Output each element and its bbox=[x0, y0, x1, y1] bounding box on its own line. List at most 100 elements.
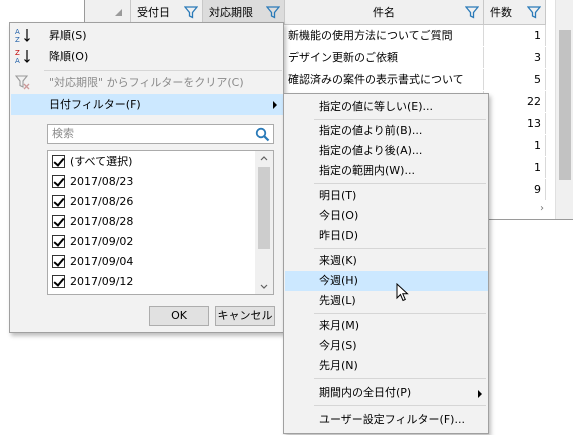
search-input[interactable]: 検索 bbox=[47, 124, 274, 144]
search-icon[interactable] bbox=[255, 127, 270, 142]
submenu-item-label: 指定の範囲内(W)... bbox=[319, 164, 415, 177]
subject-cell: 新機能の使用方法についてご質問 bbox=[285, 25, 484, 46]
count-cell: 5 bbox=[484, 69, 546, 90]
submenu-item-label: 来月(M) bbox=[319, 319, 360, 332]
submenu-item-this-month[interactable]: 今月(S) bbox=[285, 336, 488, 356]
column-header-subject[interactable]: 件名 bbox=[285, 0, 484, 25]
mouse-cursor-icon bbox=[396, 283, 409, 302]
column-header-label: 件名 bbox=[373, 6, 395, 19]
value-checkbox-list: (すべて選択) 2017/08/23 2017/08/26 2017/08/28… bbox=[47, 150, 274, 295]
svg-text:A: A bbox=[15, 57, 20, 65]
submenu-item-next-week[interactable]: 来週(K) bbox=[285, 251, 488, 271]
checkbox-label: 2017/08/28 bbox=[70, 215, 134, 228]
submenu-item-custom-filter[interactable]: ユーザー設定フィルター(F)... bbox=[285, 410, 488, 430]
submenu-item-yesterday[interactable]: 昨日(D) bbox=[285, 226, 488, 246]
checkbox-item[interactable]: 2017/09/02 bbox=[52, 232, 133, 252]
checkbox[interactable] bbox=[52, 255, 65, 268]
column-header-count[interactable]: 件数 bbox=[484, 0, 546, 25]
scrollbar-thumb[interactable] bbox=[559, 30, 571, 180]
submenu-item-label: 指定の値に等しい(E)... bbox=[319, 100, 434, 113]
sort-descending-label: 降順(O) bbox=[49, 50, 89, 63]
divider bbox=[314, 405, 486, 406]
submenu-item-last-month[interactable]: 先月(N) bbox=[285, 356, 488, 376]
subject-cell: デザイン更新のご依頼 bbox=[285, 47, 484, 68]
submenu-item-label: 期間内の全日付(P) bbox=[319, 386, 412, 399]
svg-text:A: A bbox=[15, 28, 20, 36]
checkbox[interactable] bbox=[52, 235, 65, 248]
cancel-button[interactable]: キャンセル bbox=[215, 306, 275, 326]
divider bbox=[314, 119, 486, 120]
date-filter-submenu: 指定の値に等しい(E)... 指定の値より前(B)... 指定の値より後(A).… bbox=[283, 93, 489, 434]
checkbox[interactable] bbox=[52, 195, 65, 208]
submenu-item-label: ユーザー設定フィルター(F)... bbox=[319, 413, 465, 426]
checkbox[interactable] bbox=[52, 215, 65, 228]
checkbox-label: 2017/09/04 bbox=[70, 255, 134, 268]
submenu-item-before[interactable]: 指定の値より前(B)... bbox=[285, 121, 488, 141]
checkbox[interactable] bbox=[52, 155, 65, 168]
submenu-item-label: 明日(T) bbox=[319, 189, 357, 202]
filter-dropdown: A Z 昇順(S) Z A 降順(O) "対応期限" からフィルターをクリア(C… bbox=[9, 22, 284, 333]
clear-filter-item[interactable]: "対応期限" からフィルターをクリア(C) bbox=[11, 72, 283, 93]
svg-text:Z: Z bbox=[15, 49, 20, 57]
divider bbox=[44, 70, 282, 71]
count-cell: 1 bbox=[484, 157, 546, 178]
divider bbox=[314, 248, 486, 249]
column-header-label: 受付日 bbox=[137, 6, 170, 19]
clear-filter-icon bbox=[15, 75, 30, 90]
checkbox-item[interactable]: 2017/09/12 bbox=[52, 272, 133, 292]
checkbox-item[interactable]: 2017/08/23 bbox=[52, 172, 133, 192]
checkbox-item[interactable]: 2017/08/26 bbox=[52, 192, 133, 212]
sort-descending-item[interactable]: Z A 降順(O) bbox=[11, 46, 283, 67]
count-cell: 1 bbox=[484, 25, 546, 46]
checkbox-label: 2017/08/26 bbox=[70, 195, 134, 208]
date-filter-label: 日付フィルター(F) bbox=[49, 98, 141, 111]
vertical-scrollbar[interactable] bbox=[555, 0, 573, 219]
submenu-item-today[interactable]: 今日(O) bbox=[285, 206, 488, 226]
count-cell: 1 bbox=[484, 135, 546, 156]
chevron-right-icon[interactable]: › bbox=[540, 203, 544, 214]
checkbox-label: 2017/09/12 bbox=[70, 275, 134, 288]
clear-filter-label: "対応期限" からフィルターをクリア(C) bbox=[49, 76, 244, 89]
list-scrollbar[interactable] bbox=[255, 151, 273, 294]
chevron-down-icon[interactable] bbox=[260, 284, 268, 290]
checkbox-select-all[interactable]: (すべて選択) bbox=[52, 152, 132, 172]
filter-icon[interactable] bbox=[184, 5, 198, 19]
svg-text:Z: Z bbox=[15, 36, 20, 44]
count-cell: 9 bbox=[484, 179, 546, 200]
checkbox[interactable] bbox=[52, 275, 65, 288]
checkbox-label: 2017/09/02 bbox=[70, 235, 134, 248]
sort-ascending-icon: A Z bbox=[15, 28, 30, 44]
filter-icon[interactable] bbox=[266, 5, 280, 19]
filter-icon[interactable] bbox=[527, 5, 541, 19]
submenu-item-label: 指定の値より前(B)... bbox=[319, 124, 423, 137]
submenu-item-after[interactable]: 指定の値より後(A)... bbox=[285, 141, 488, 161]
sort-descending-icon: Z A bbox=[15, 49, 30, 65]
filter-icon[interactable] bbox=[465, 5, 479, 19]
submenu-item-label: 指定の値より後(A)... bbox=[319, 144, 423, 157]
checkbox-item[interactable]: 2017/09/04 bbox=[52, 252, 133, 272]
count-cell: 3 bbox=[484, 47, 546, 68]
submenu-item-label: 先週(L) bbox=[319, 294, 356, 307]
divider bbox=[314, 183, 486, 184]
submenu-item-all-dates-in-period[interactable]: 期間内の全日付(P) bbox=[285, 383, 488, 403]
count-cell: 13 bbox=[484, 113, 546, 134]
column-header-label: 対応期限 bbox=[209, 6, 253, 19]
checkbox[interactable] bbox=[52, 175, 65, 188]
checkbox-item[interactable]: 2017/08/28 bbox=[52, 212, 133, 232]
divider bbox=[314, 313, 486, 314]
sort-triangle-icon bbox=[115, 9, 122, 16]
submenu-item-equals[interactable]: 指定の値に等しい(E)... bbox=[285, 97, 488, 117]
subject-cell: 確認済みの案件の表示書式について bbox=[285, 69, 484, 90]
submenu-item-this-week[interactable]: 今週(H) bbox=[285, 271, 488, 291]
date-filter-item[interactable]: 日付フィルター(F) bbox=[11, 94, 283, 115]
submenu-item-tomorrow[interactable]: 明日(T) bbox=[285, 186, 488, 206]
scrollbar-thumb[interactable] bbox=[258, 167, 270, 249]
submenu-arrow-icon bbox=[478, 390, 482, 398]
sort-ascending-item[interactable]: A Z 昇順(S) bbox=[11, 25, 283, 46]
submenu-item-last-week[interactable]: 先週(L) bbox=[285, 291, 488, 311]
sort-ascending-label: 昇順(S) bbox=[49, 29, 87, 42]
submenu-item-next-month[interactable]: 来月(M) bbox=[285, 316, 488, 336]
ok-button[interactable]: OK bbox=[149, 306, 209, 326]
chevron-up-icon[interactable] bbox=[260, 155, 268, 161]
submenu-item-between[interactable]: 指定の範囲内(W)... bbox=[285, 161, 488, 181]
